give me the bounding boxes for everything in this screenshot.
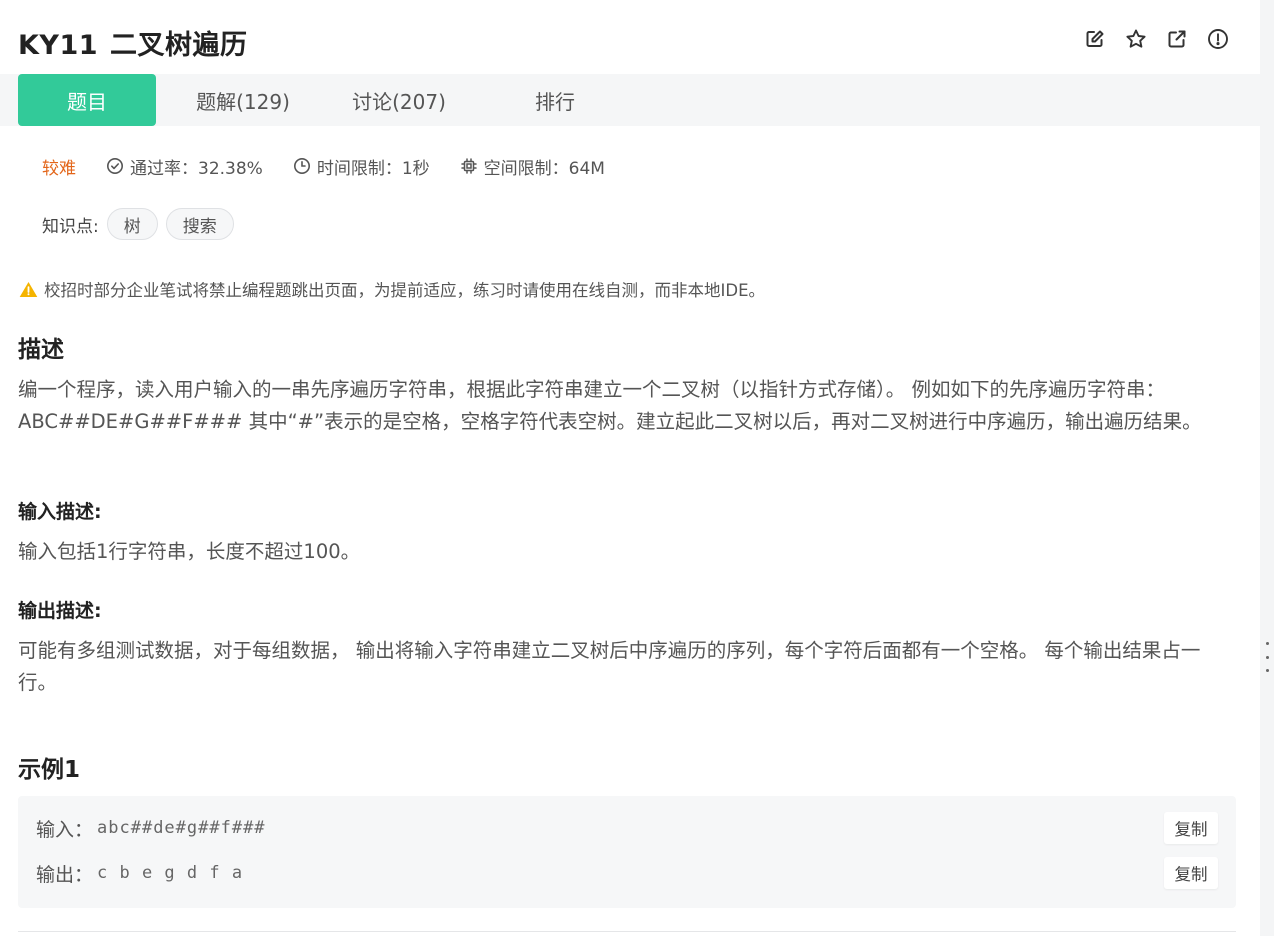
input-desc-text: 输入包括1行字符串，长度不超过100。 [18, 540, 361, 563]
problem-meta: 较难 通过率：32.38% 时间限制：1秒 空间限制：64M [42, 150, 635, 182]
copy-output-button[interactable]: 复制 [1164, 857, 1218, 889]
time-limit: 时间限制：1秒 [293, 154, 430, 179]
header-actions [1084, 28, 1229, 50]
tab-solutions[interactable]: 题解(129) [184, 74, 302, 126]
description-heading: 描述 [18, 337, 64, 363]
example-input-row: 输入： abc##de#g##f### [36, 813, 266, 843]
description-text: 编一个程序，读入用户输入的一串先序遍历字符串，根据此字符串建立一个二叉树（以指针… [18, 378, 1202, 433]
example-output-label: 输出： [36, 863, 94, 886]
difficulty-badge: 较难 [42, 158, 76, 179]
memory-limit: 空间限制：64M [460, 154, 605, 179]
time-limit-text: 时间限制：1秒 [316, 158, 430, 179]
chip-icon [460, 158, 477, 174]
page-title: KY11 二叉树遍历 [18, 23, 248, 62]
more-options-icon[interactable] [1262, 642, 1272, 672]
example-output-row: 输出： c b e g d f a [36, 858, 243, 888]
tag-search[interactable]: 搜索 [165, 208, 234, 240]
warning-icon [19, 281, 38, 297]
warning-text: 校招时部分企业笔试将禁止编程题跳出页面，为提前适应，练习时请使用在线自测，而非本… [44, 281, 765, 300]
clock-icon [293, 158, 310, 174]
output-desc-heading: 输出描述: [18, 600, 102, 622]
tag-tree[interactable]: 树 [106, 208, 158, 240]
memory-limit-text: 空间限制：64M [483, 158, 605, 179]
pass-rate-text: 通过率：32.38% [130, 158, 263, 179]
example-output-value: c b e g d f a [97, 863, 244, 883]
tab-ranking[interactable]: 排行 [515, 74, 595, 126]
ide-warning: 校招时部分企业笔试将禁止编程题跳出页面，为提前适应，练习时请使用在线自测，而非本… [19, 278, 765, 300]
star-icon[interactable] [1125, 28, 1147, 50]
copy-input-button[interactable]: 复制 [1164, 812, 1218, 844]
input-desc-heading: 输入描述: [18, 501, 102, 523]
example-box: 输入： abc##de#g##f### 复制 输出： c b e g d f a… [18, 796, 1236, 908]
info-icon[interactable] [1207, 28, 1229, 50]
example-heading: 示例1 [18, 757, 81, 783]
check-circle-icon [107, 158, 123, 174]
problem-header: KY11 二叉树遍历 [18, 22, 248, 62]
problem-tabs: 题目 题解(129) 讨论(207) 排行 [0, 74, 1260, 126]
problem-name: 二叉树遍历 [110, 29, 248, 61]
knowledge-tags: 知识点: 树 搜索 [42, 207, 234, 241]
knowledge-label: 知识点: [42, 216, 99, 237]
edit-icon[interactable] [1084, 28, 1106, 50]
scrollbar-track[interactable] [1260, 0, 1274, 936]
external-link-icon[interactable] [1166, 28, 1188, 50]
example-input-value: abc##de#g##f### [97, 818, 266, 838]
divider [18, 931, 1236, 932]
problem-id: KY11 [18, 29, 99, 61]
tab-problem[interactable]: 题目 [18, 74, 156, 126]
problem-page: KY11 二叉树遍历 题目 题解(129) 讨论(207) 排行 较难 通过率：… [0, 0, 1260, 936]
tab-discussion[interactable]: 讨论(207) [340, 74, 458, 126]
pass-rate: 通过率：32.38% [106, 154, 263, 179]
output-desc-text: 可能有多组测试数据，对于每组数据， 输出将输入字符串建立二叉树后中序遍历的序列，… [18, 639, 1201, 694]
example-input-label: 输入： [36, 818, 94, 841]
